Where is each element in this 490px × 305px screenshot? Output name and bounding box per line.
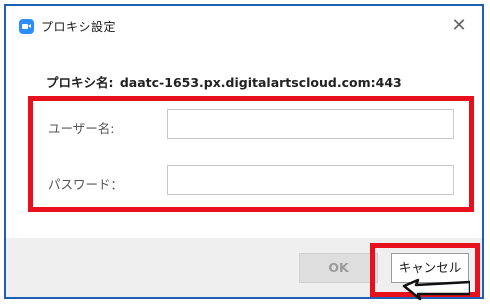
close-button[interactable]: ✕: [448, 15, 470, 37]
proxy-name-value: daatc-1653.px.digitalartscloud.com:443: [119, 75, 402, 90]
proxy-name-line: プロキシ名: daatc-1653.px.digitalartscloud.co…: [46, 72, 402, 91]
arrow-pointer-icon: [402, 278, 470, 301]
credentials-highlight: [28, 96, 474, 212]
title-bar: プロキシ設定 ✕: [6, 6, 482, 46]
proxy-name-label: プロキシ名:: [46, 75, 114, 90]
dialog-title: プロキシ設定: [41, 20, 117, 34]
video-camera-icon: [19, 19, 34, 34]
screen: プロキシ設定 ✕ プロキシ名: daatc-1653.px.digitalart…: [0, 0, 490, 305]
